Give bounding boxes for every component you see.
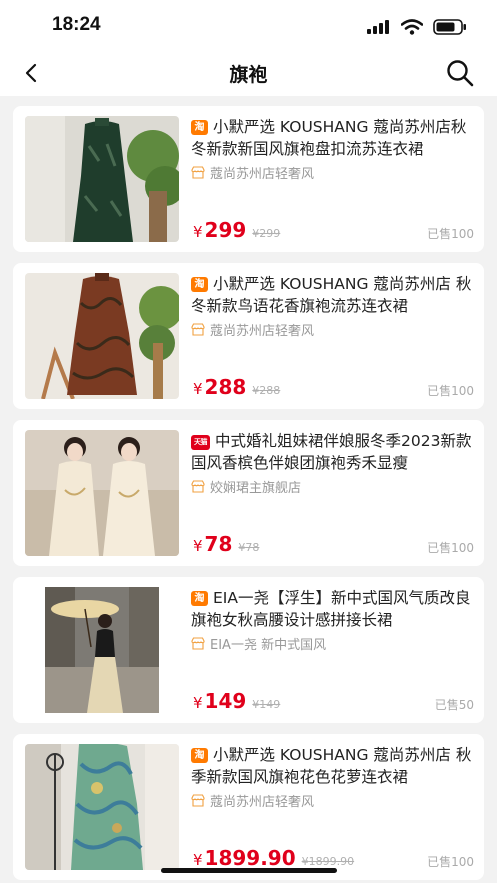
product-image[interactable] xyxy=(25,116,179,242)
sold-count: 已售100 xyxy=(427,855,474,869)
product-title[interactable]: 天猫 中式婚礼姐妹裙伴娘服冬季2023新款国风香槟色伴娘团旗袍秀禾显瘦 xyxy=(191,430,475,474)
original-price-value: 78 xyxy=(245,541,260,554)
price-value: 288 xyxy=(204,375,247,399)
shop-name-text: 蔻尚苏州店轻奢风 xyxy=(210,324,315,339)
currency-symbol: ¥ xyxy=(193,537,203,555)
page-title: 旗袍 xyxy=(229,64,268,86)
original-price: ¥78 xyxy=(238,541,259,554)
shop-name[interactable]: 蔻尚苏州店轻奢风 xyxy=(191,791,314,810)
product-card[interactable]: 淘小默严选 KOUSHANG 蔻尚苏州店 秋季新款国风旗袍花色花萝连衣裙 蔻尚苏… xyxy=(13,734,484,880)
original-price-value: 1899.90 xyxy=(308,855,355,868)
product-title[interactable]: 淘 EIA一尧【浮生】新中式国风气质改良旗袍女秋高腰设计感拼接长裙 xyxy=(191,587,475,631)
currency-symbol: ¥ xyxy=(193,694,203,712)
price: ¥299 ¥299 xyxy=(193,218,280,242)
shop-name[interactable]: 蔻尚苏州店轻奢风 xyxy=(191,320,314,339)
status-icons xyxy=(367,18,467,36)
shop-name-text: EIA一尧 新中式国风 xyxy=(210,638,327,653)
taobao-tag-icon: 淘 xyxy=(191,591,208,606)
battery-icon xyxy=(433,19,466,35)
product-card[interactable]: 淘小默严选 KOUSHANG 蔻尚苏州店 秋冬新款鸟语花香旗袍流苏连衣裙 蔻尚苏… xyxy=(13,263,484,409)
price: ¥288 ¥288 xyxy=(193,375,280,399)
nav-bar: 旗袍 xyxy=(0,52,497,96)
original-price: ¥149 xyxy=(252,698,280,711)
price-value: 1899.90 xyxy=(204,846,296,870)
product-title-text: 中式婚礼姐妹裙伴娘服冬季2023新款国风香槟色伴娘团旗袍秀禾显瘦 xyxy=(191,432,472,472)
price: ¥1899.90 ¥1899.90 xyxy=(193,846,354,870)
price: ¥78 ¥78 xyxy=(193,532,259,556)
tmall-tag-icon: 天猫 xyxy=(191,435,210,450)
product-title-text: 小默严选 KOUSHANG 蔻尚苏州店 秋冬新款鸟语花香旗袍流苏连衣裙 xyxy=(191,275,472,315)
product-card[interactable]: 淘 EIA一尧【浮生】新中式国风气质改良旗袍女秋高腰设计感拼接长裙 EIA一尧 新… xyxy=(13,577,484,723)
store-icon xyxy=(191,323,205,336)
product-image[interactable] xyxy=(25,744,179,870)
original-price: ¥1899.90 xyxy=(302,855,355,868)
product-title[interactable]: 淘小默严选 KOUSHANG 蔻尚苏州店 秋冬新款鸟语花香旗袍流苏连衣裙 xyxy=(191,273,475,317)
product-image[interactable] xyxy=(25,273,179,399)
original-price-value: 299 xyxy=(259,227,281,240)
product-title-text: EIA一尧【浮生】新中式国风气质改良旗袍女秋高腰设计感拼接长裙 xyxy=(191,589,471,629)
sold-count: 已售100 xyxy=(427,384,474,398)
product-card[interactable]: 淘小默严选 KOUSHANG 蔻尚苏州店秋冬新款新国风旗袍盘扣流苏连衣裙 蔻尚苏… xyxy=(13,106,484,252)
shop-name-text: 姣娴珺主旗舰店 xyxy=(210,481,302,496)
product-title-text: 小默严选 KOUSHANG 蔻尚苏州店秋冬新款新国风旗袍盘扣流苏连衣裙 xyxy=(191,118,467,158)
price-value: 78 xyxy=(204,532,233,556)
product-title[interactable]: 淘小默严选 KOUSHANG 蔻尚苏州店秋冬新款新国风旗袍盘扣流苏连衣裙 xyxy=(191,116,475,160)
taobao-tag-icon: 淘 xyxy=(191,120,208,135)
store-icon xyxy=(191,166,205,179)
product-card[interactable]: 天猫 中式婚礼姐妹裙伴娘服冬季2023新款国风香槟色伴娘团旗袍秀禾显瘦 姣娴珺主旗… xyxy=(13,420,484,566)
shop-name[interactable]: 姣娴珺主旗舰店 xyxy=(191,477,301,496)
sold-count: 已售100 xyxy=(427,227,474,241)
original-price: ¥288 xyxy=(252,384,280,397)
shop-name-text: 蔻尚苏州店轻奢风 xyxy=(210,167,315,182)
original-price-value: 149 xyxy=(259,698,281,711)
sold-count: 已售100 xyxy=(427,541,474,555)
status-time: 18:24 xyxy=(52,14,101,35)
store-icon xyxy=(191,480,205,493)
currency-symbol: ¥ xyxy=(193,380,203,398)
price-value: 299 xyxy=(204,218,247,242)
status-bar: 18:24 xyxy=(0,0,497,52)
wifi-icon xyxy=(401,19,423,35)
product-title-text: 小默严选 KOUSHANG 蔻尚苏州店 秋季新款国风旗袍花色花萝连衣裙 xyxy=(191,746,472,786)
shop-name[interactable]: EIA一尧 新中式国风 xyxy=(191,634,326,653)
taobao-tag-icon: 淘 xyxy=(191,748,208,763)
home-indicator[interactable] xyxy=(161,868,337,873)
product-image[interactable] xyxy=(25,430,179,556)
currency-symbol: ¥ xyxy=(193,223,203,241)
taobao-tag-icon: 淘 xyxy=(191,277,208,292)
original-price: ¥299 xyxy=(252,227,280,240)
search-icon[interactable] xyxy=(445,58,475,88)
original-price-value: 288 xyxy=(259,384,281,397)
signal-icon xyxy=(367,20,389,34)
product-image[interactable] xyxy=(25,587,179,713)
original-price-currency: ¥ xyxy=(301,855,309,868)
price: ¥149 ¥149 xyxy=(193,689,280,713)
shop-name-text: 蔻尚苏州店轻奢风 xyxy=(210,795,315,810)
product-title[interactable]: 淘小默严选 KOUSHANG 蔻尚苏州店 秋季新款国风旗袍花色花萝连衣裙 xyxy=(191,744,475,788)
sold-count: 已售50 xyxy=(434,698,474,712)
price-value: 149 xyxy=(204,689,247,713)
currency-symbol: ¥ xyxy=(193,851,203,869)
shop-name[interactable]: 蔻尚苏州店轻奢风 xyxy=(191,163,314,182)
store-icon xyxy=(191,637,205,650)
store-icon xyxy=(191,794,205,807)
